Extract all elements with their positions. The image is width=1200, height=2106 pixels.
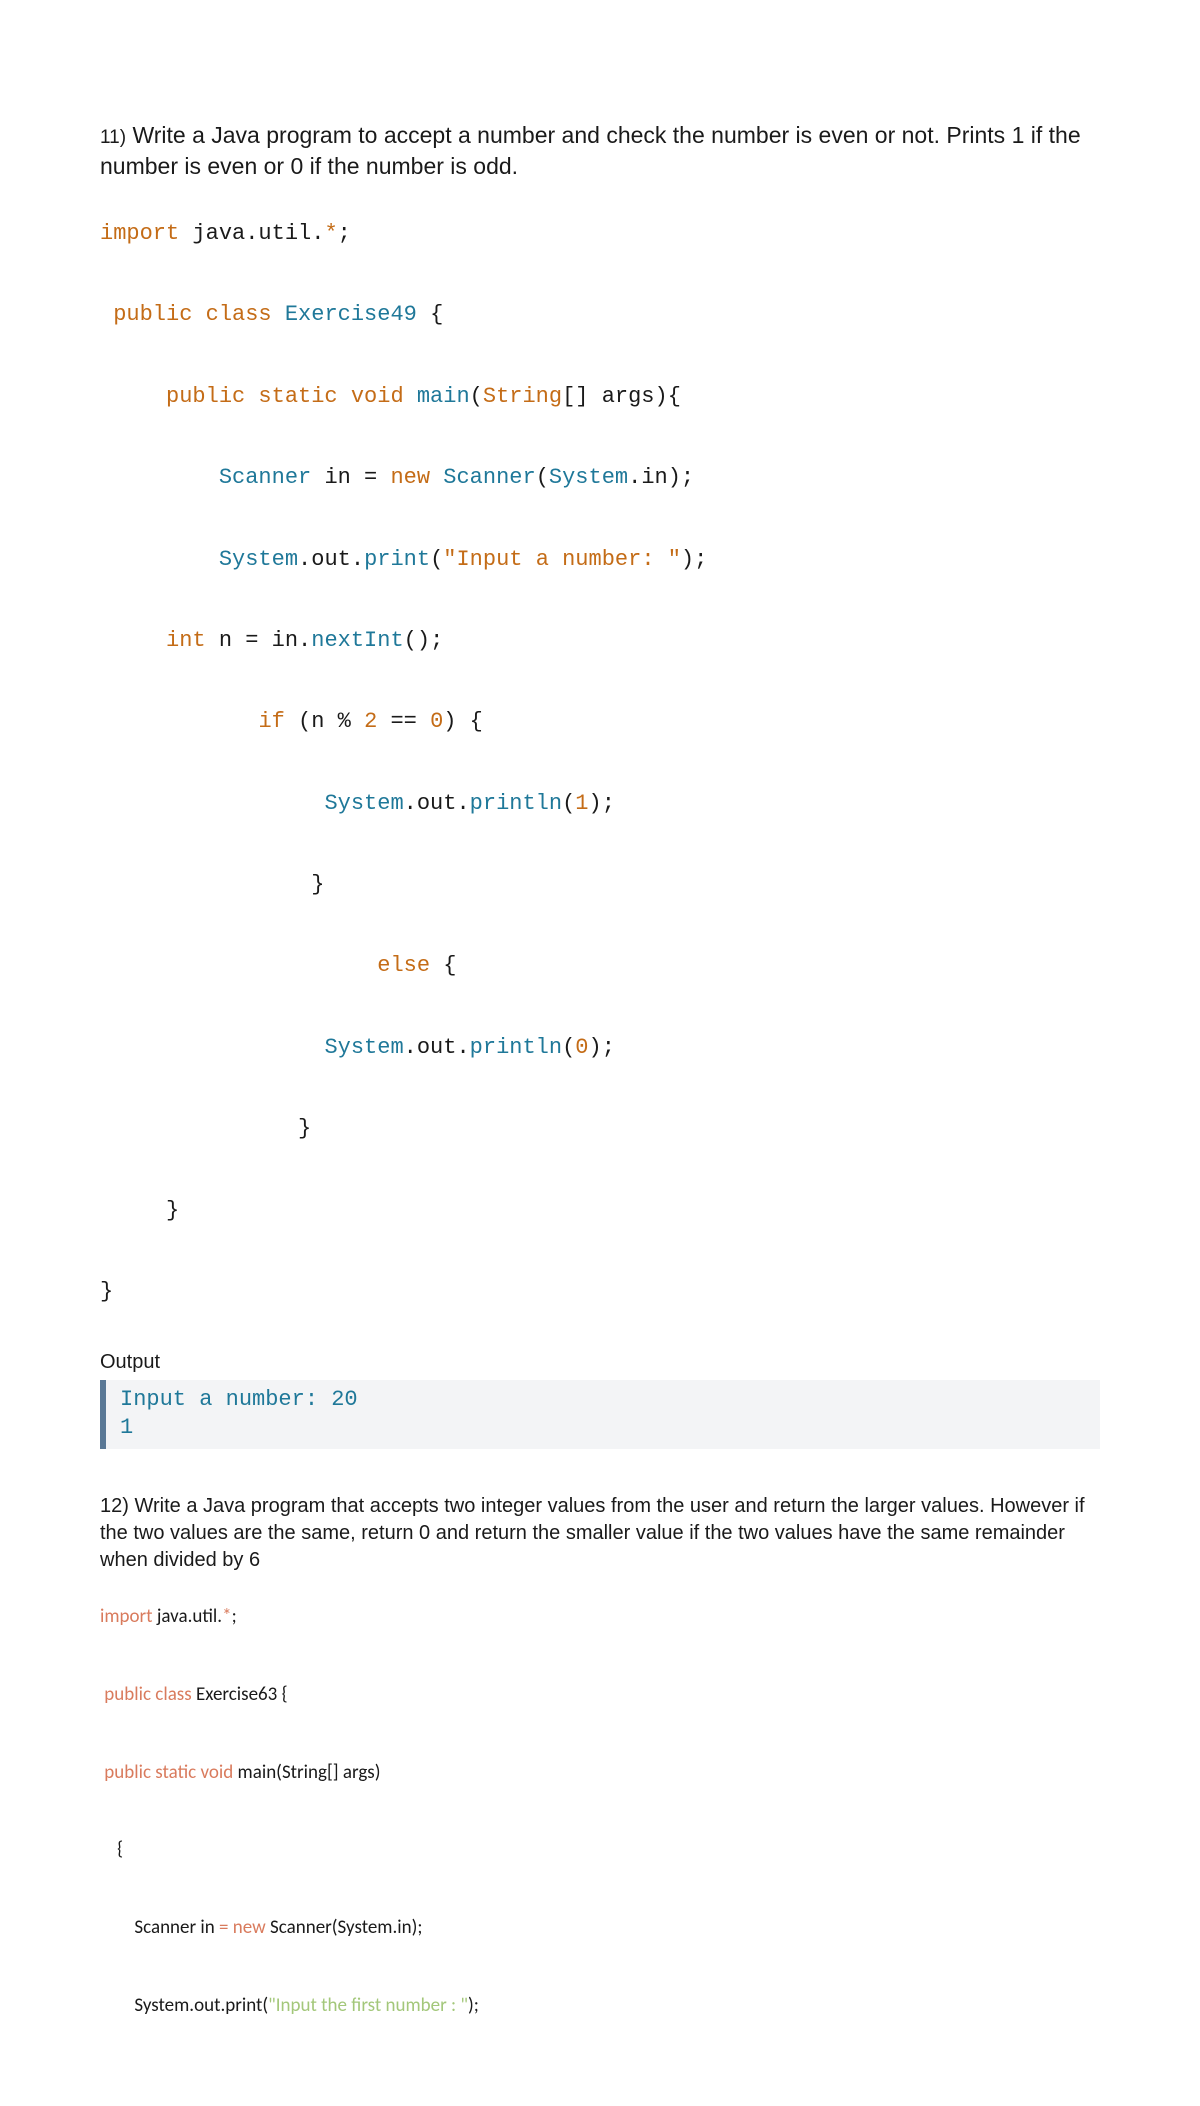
question-12: 12) Write a Java program that accepts tw… [100, 1493, 1100, 1574]
question-11: 11) Write a Java program to accept a num… [100, 120, 1100, 182]
question-12-text: Write a Java program that accepts two in… [100, 1495, 1085, 1571]
question-12-number: 12) [100, 1495, 129, 1517]
code-block-12: import java.util.*; public class Exercis… [100, 1598, 1100, 2026]
output-line-1: Input a number: 20 [120, 1387, 358, 1412]
output-line-2: 1 [120, 1415, 133, 1440]
question-11-text: Write a Java program to accept a number … [100, 122, 1081, 179]
output-box: Input a number: 20 1 [100, 1380, 1100, 1449]
document-page: 11) Write a Java program to accept a num… [0, 0, 1200, 2106]
code-block-11: import java.util.*; public class Exercis… [100, 214, 1100, 1313]
question-11-number: 11) [100, 127, 126, 148]
output-label: Output [100, 1351, 1100, 1374]
